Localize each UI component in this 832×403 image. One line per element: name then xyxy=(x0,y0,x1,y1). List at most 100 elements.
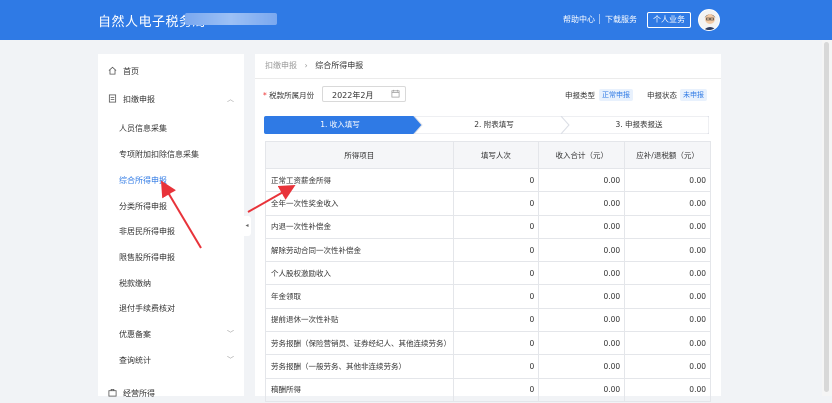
chevron-down-icon: ﹀ xyxy=(227,330,234,338)
income-total-cell: 0.00 xyxy=(538,214,626,239)
sidebar-item-query-stats[interactable]: 查询统计 ﹀ xyxy=(98,350,244,370)
scrollbar-thumb[interactable] xyxy=(824,42,829,392)
home-icon xyxy=(108,66,117,75)
sidebar-item-label: 优惠备案 xyxy=(119,330,151,339)
income-item-link[interactable]: 劳务报酬（保险营销员、证券经纪人、其他连续劳务） xyxy=(265,331,454,356)
period-label: * 税款所属月份 xyxy=(263,91,315,100)
personal-business-button[interactable]: 个人业务 xyxy=(647,12,691,28)
column-header: 所得项目 xyxy=(265,141,454,169)
step-submit-report[interactable]: 3. 申报表报送 xyxy=(569,116,709,134)
period-value: 2022年2月 xyxy=(332,91,374,100)
column-header: 收入合计（元） xyxy=(538,141,626,169)
sidebar-item-label: 限售股所得申报 xyxy=(119,253,175,262)
step-income-entry[interactable]: 1. 收入填写 xyxy=(264,116,416,134)
income-item-link[interactable]: 提前退休一次性补贴 xyxy=(265,307,454,333)
income-total-cell: 0.00 xyxy=(538,284,626,309)
table-row: 个人股权激励收入 0 0.00 0.00 xyxy=(265,261,711,286)
period-date-picker[interactable]: 2022年2月 xyxy=(322,86,406,102)
sidebar-item-withholding[interactable]: 扣缴申报 ︿ xyxy=(98,89,244,109)
column-header: 应补/退税额（元） xyxy=(624,141,711,169)
fill-count-cell: 0 xyxy=(452,284,540,309)
income-item-link[interactable]: 劳务报酬（一般劳务、其他非连续劳务） xyxy=(265,354,454,379)
sidebar-item-label: 分类所得申报 xyxy=(119,202,167,211)
tax-due-cell: 0.00 xyxy=(624,261,711,286)
sidebar-item-label: 扣缴申报 xyxy=(123,95,155,104)
report-status-badge: 未申报 xyxy=(680,89,707,101)
sidebar-item-label: 退付手续费核对 xyxy=(119,304,175,313)
sidebar-item-personnel-info[interactable]: 人员信息采集 xyxy=(98,118,244,138)
fill-count-cell: 0 xyxy=(452,377,540,402)
chevron-up-icon: ︿ xyxy=(227,95,234,103)
tax-due-cell: 0.00 xyxy=(624,331,711,356)
income-total-cell: 0.00 xyxy=(538,237,626,263)
sidebar-item-tax-payment[interactable]: 税款缴纳 xyxy=(98,273,244,293)
fill-count-cell: 0 xyxy=(452,331,540,356)
fill-count-cell: 0 xyxy=(452,214,540,239)
tax-due-cell: 0.00 xyxy=(624,237,711,263)
income-item-link[interactable]: 正常工资薪金所得 xyxy=(265,167,454,193)
sidebar-item-label: 专项附加扣除信息采集 xyxy=(119,150,199,159)
table-row: 稿酬所得 0 0.00 0.00 xyxy=(265,377,711,402)
document-icon xyxy=(108,94,117,103)
fill-count-cell: 0 xyxy=(452,307,540,333)
step-schedule-entry[interactable]: 2. 附表填写 xyxy=(424,116,564,134)
income-item-link[interactable]: 内退一次性补偿金 xyxy=(265,214,454,239)
top-header-bar: 自然人电子税务局 帮助中心 下载服务 个人业务 xyxy=(0,0,832,40)
sidebar-item-label: 综合所得申报 xyxy=(119,176,167,185)
sidebar-collapse-toggle[interactable]: ◂ xyxy=(243,216,251,236)
income-item-link[interactable]: 解除劳动合同一次性补偿金 xyxy=(265,237,454,263)
fill-count-cell: 0 xyxy=(452,167,540,193)
sidebar-item-label: 税款缴纳 xyxy=(119,279,151,288)
sidebar-item-restricted-shares[interactable]: 限售股所得申报 xyxy=(98,247,244,267)
sidebar-item-preferential-filing[interactable]: 优惠备案 ﹀ xyxy=(98,324,244,344)
income-total-cell: 0.00 xyxy=(538,191,626,216)
help-center-link[interactable]: 帮助中心 xyxy=(563,14,595,25)
income-item-link[interactable]: 年金领取 xyxy=(265,284,454,309)
sidebar-item-label: 人员信息采集 xyxy=(119,124,167,133)
income-item-link[interactable]: 全年一次性奖金收入 xyxy=(265,191,454,216)
table-row: 全年一次性奖金收入 0 0.00 0.00 xyxy=(265,191,711,216)
sidebar-item-label: 查询统计 xyxy=(119,356,151,365)
main-panel: 扣缴申报 › 综合所得申报 * 税款所属月份 2022年2月 申报类型 正常申报… xyxy=(255,54,721,402)
tax-due-cell: 0.00 xyxy=(624,377,711,402)
income-table: 所得项目 填写人次 收入合计（元） 应补/退税额（元） 正常工资薪金所得 0 0.0… xyxy=(265,141,711,402)
breadcrumb-parent[interactable]: 扣缴申报 xyxy=(265,61,297,70)
redacted-text-block xyxy=(185,13,277,25)
breadcrumb: 扣缴申报 › 综合所得申报 xyxy=(265,60,363,71)
sidebar-item-nonresident-income[interactable]: 非居民所得申报 xyxy=(98,221,244,241)
sidebar-item-label: 经营所得 xyxy=(123,389,155,398)
table-row: 正常工资薪金所得 0 0.00 0.00 xyxy=(265,167,711,193)
sidebar-item-business-income[interactable]: 经营所得 xyxy=(98,383,244,403)
table-header-row: 所得项目 填写人次 收入合计（元） 应补/退税额（元） xyxy=(265,141,711,169)
sidebar-item-special-deduction[interactable]: 专项附加扣除信息采集 xyxy=(98,144,244,164)
sidebar-item-fee-refund-check[interactable]: 退付手续费核对 xyxy=(98,298,244,318)
user-avatar[interactable] xyxy=(698,9,720,31)
income-total-cell: 0.00 xyxy=(538,331,626,356)
tax-due-cell: 0.00 xyxy=(624,354,711,379)
tax-due-cell: 0.00 xyxy=(624,214,711,239)
divider xyxy=(599,14,600,24)
income-item-link[interactable]: 稿酬所得 xyxy=(265,377,454,402)
sidebar-item-home[interactable]: 首页 xyxy=(98,61,244,81)
report-type-label: 申报类型 xyxy=(565,91,595,100)
income-total-cell: 0.00 xyxy=(538,307,626,333)
download-service-link[interactable]: 下载服务 xyxy=(605,14,637,25)
income-total-cell: 0.00 xyxy=(538,261,626,286)
fill-count-cell: 0 xyxy=(452,261,540,286)
fill-count-cell: 0 xyxy=(452,191,540,216)
sidebar-item-classified-income[interactable]: 分类所得申报 xyxy=(98,196,244,216)
income-total-cell: 0.00 xyxy=(538,377,626,402)
fill-count-cell: 0 xyxy=(452,354,540,379)
report-type-badge: 正常申报 xyxy=(599,89,633,101)
income-item-link[interactable]: 个人股权激励收入 xyxy=(265,261,454,286)
tax-due-cell: 0.00 xyxy=(624,191,711,216)
table-row: 劳务报酬（保险营销员、证券经纪人、其他连续劳务） 0 0.00 0.00 xyxy=(265,331,711,356)
sidebar-item-label: 非居民所得申报 xyxy=(119,227,175,236)
table-row: 内退一次性补偿金 0 0.00 0.00 xyxy=(265,214,711,239)
tax-due-cell: 0.00 xyxy=(624,167,711,193)
chevron-down-icon: ﹀ xyxy=(227,356,234,364)
tax-due-cell: 0.00 xyxy=(624,284,711,309)
income-total-cell: 0.00 xyxy=(538,167,626,193)
report-status-label: 申报状态 xyxy=(647,91,677,100)
sidebar-item-comprehensive-income[interactable]: 综合所得申报 xyxy=(98,170,244,190)
